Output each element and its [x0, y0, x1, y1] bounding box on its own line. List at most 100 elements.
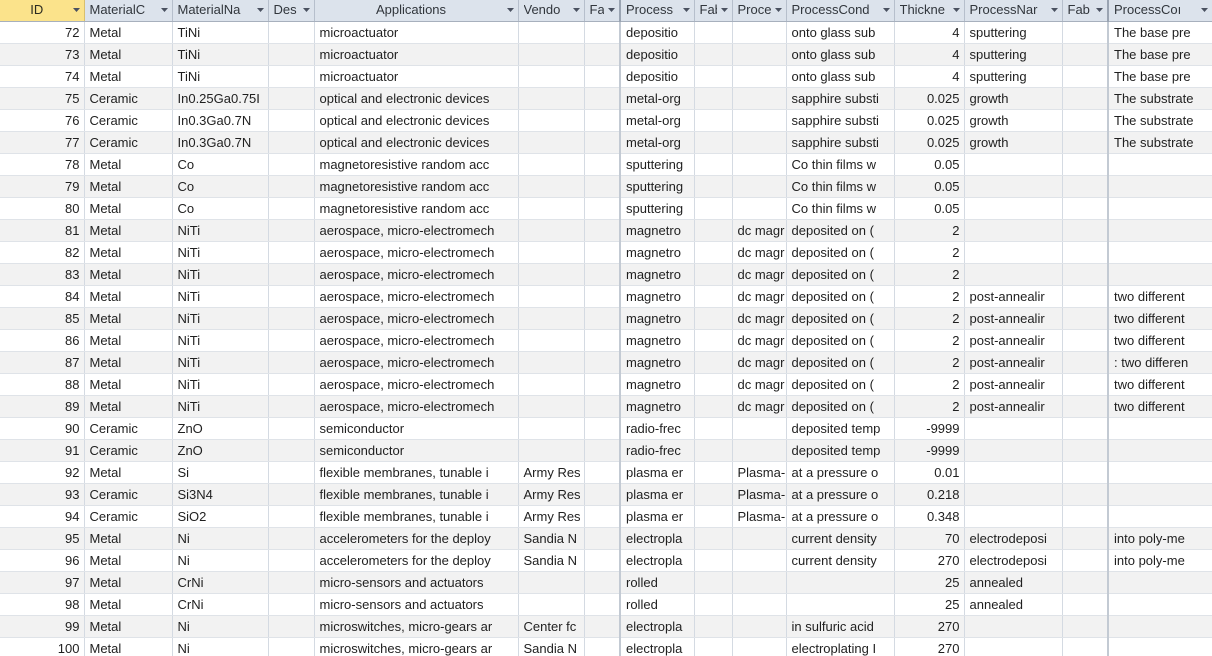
- cell-id[interactable]: 85: [0, 307, 85, 330]
- chevron-down-icon[interactable]: [773, 0, 784, 20]
- cell-processcond[interactable]: in sulfuric acid: [786, 615, 895, 638]
- cell-applications[interactable]: microactuator: [314, 21, 519, 44]
- cell-process[interactable]: depositio: [619, 43, 695, 66]
- cell-thickness[interactable]: 2: [894, 395, 965, 418]
- cell-materialclass[interactable]: Metal: [84, 329, 173, 352]
- cell-applications[interactable]: optical and electronic devices: [314, 87, 519, 110]
- chevron-down-icon[interactable]: [681, 0, 692, 20]
- cell-proce[interactable]: dc magr: [732, 373, 787, 396]
- cell-fab[interactable]: [694, 43, 733, 66]
- table-row[interactable]: 90 Ceramic ZnO semiconductor radio-frec depos…: [0, 417, 1212, 440]
- cell-applications[interactable]: aerospace, micro-electromech: [314, 285, 519, 308]
- cell-proce[interactable]: [732, 87, 787, 110]
- table-row[interactable]: 96 Metal Ni accelerometers for the deploy Sa…: [0, 549, 1212, 572]
- cell-vendor[interactable]: [518, 263, 585, 286]
- cell-id[interactable]: 86: [0, 329, 85, 352]
- cell-fab[interactable]: [694, 571, 733, 594]
- cell-process[interactable]: rolled: [619, 593, 695, 616]
- column-header-vendor[interactable]: Vendo: [518, 0, 585, 22]
- cell-description[interactable]: [268, 373, 315, 396]
- cell-proce[interactable]: [732, 43, 787, 66]
- cell-thickness[interactable]: 0.218: [894, 483, 965, 506]
- cell-applications[interactable]: semiconductor: [314, 417, 519, 440]
- cell-description[interactable]: [268, 175, 315, 198]
- cell-process[interactable]: radio-frec: [619, 417, 695, 440]
- cell-materialname[interactable]: NiTi: [172, 285, 269, 308]
- cell-materialname[interactable]: Ni: [172, 527, 269, 550]
- cell-fa[interactable]: [584, 175, 621, 198]
- cell-thickness[interactable]: -9999: [894, 439, 965, 462]
- cell-fa[interactable]: [584, 571, 621, 594]
- cell-applications[interactable]: magnetoresistive random acc: [314, 175, 519, 198]
- column-header-processname[interactable]: ProcessNar: [964, 0, 1063, 22]
- column-header-processcom[interactable]: ProcessCoı: [1107, 0, 1212, 22]
- cell-id[interactable]: 79: [0, 175, 85, 198]
- cell-description[interactable]: [268, 219, 315, 242]
- cell-applications[interactable]: aerospace, micro-electromech: [314, 219, 519, 242]
- cell-proce[interactable]: Plasma-: [732, 483, 787, 506]
- chevron-down-icon[interactable]: [301, 0, 312, 20]
- cell-fab2[interactable]: [1062, 307, 1109, 330]
- cell-fa[interactable]: [584, 439, 621, 462]
- cell-thickness[interactable]: 0.025: [894, 87, 965, 110]
- cell-vendor[interactable]: [518, 197, 585, 220]
- cell-fa[interactable]: [584, 483, 621, 506]
- cell-id[interactable]: 92: [0, 461, 85, 484]
- cell-vendor[interactable]: Sandia N: [518, 637, 585, 656]
- cell-fa[interactable]: [584, 263, 621, 286]
- cell-id[interactable]: 93: [0, 483, 85, 506]
- column-header-proce[interactable]: Proce: [732, 0, 787, 22]
- cell-description[interactable]: [268, 21, 315, 44]
- cell-processcom[interactable]: [1107, 153, 1212, 176]
- cell-thickness[interactable]: 0.025: [894, 109, 965, 132]
- cell-processcom[interactable]: The substrate: [1107, 109, 1212, 132]
- cell-materialname[interactable]: ZnO: [172, 417, 269, 440]
- cell-process[interactable]: magnetro: [619, 307, 695, 330]
- cell-process[interactable]: electropla: [619, 527, 695, 550]
- cell-materialname[interactable]: Si3N4: [172, 483, 269, 506]
- cell-fab[interactable]: [694, 373, 733, 396]
- cell-processcom[interactable]: [1107, 241, 1212, 264]
- cell-thickness[interactable]: 0.348: [894, 505, 965, 528]
- table-row[interactable]: 82 Metal NiTi aerospace, micro-electromech m…: [0, 241, 1212, 264]
- cell-fa[interactable]: [584, 197, 621, 220]
- chevron-down-icon[interactable]: [71, 0, 82, 20]
- cell-fab[interactable]: [694, 307, 733, 330]
- cell-processcom[interactable]: into poly-me: [1107, 527, 1212, 550]
- cell-description[interactable]: [268, 549, 315, 572]
- cell-processcond[interactable]: sapphire substi: [786, 109, 895, 132]
- cell-materialname[interactable]: Ni: [172, 549, 269, 572]
- chevron-down-icon[interactable]: [505, 0, 516, 20]
- cell-description[interactable]: [268, 505, 315, 528]
- datasheet-grid[interactable]: ID MaterialC MaterialNa Des Applications Vend…: [0, 0, 1212, 656]
- cell-fab[interactable]: [694, 637, 733, 656]
- cell-processname[interactable]: sputtering: [964, 21, 1063, 44]
- cell-materialclass[interactable]: Metal: [84, 241, 173, 264]
- cell-processcond[interactable]: sapphire substi: [786, 131, 895, 154]
- cell-proce[interactable]: dc magr: [732, 241, 787, 264]
- table-row[interactable]: 94 Ceramic SiO2 flexible membranes, tunable…: [0, 505, 1212, 528]
- cell-applications[interactable]: micro-sensors and actuators: [314, 571, 519, 594]
- cell-thickness[interactable]: 2: [894, 263, 965, 286]
- cell-vendor[interactable]: [518, 285, 585, 308]
- cell-description[interactable]: [268, 285, 315, 308]
- cell-processcom[interactable]: [1107, 263, 1212, 286]
- cell-processcond[interactable]: sapphire substi: [786, 87, 895, 110]
- cell-fa[interactable]: [584, 373, 621, 396]
- cell-processname[interactable]: [964, 153, 1063, 176]
- cell-fab[interactable]: [694, 263, 733, 286]
- cell-processcond[interactable]: [786, 593, 895, 616]
- cell-materialclass[interactable]: Metal: [84, 21, 173, 44]
- cell-fab2[interactable]: [1062, 285, 1109, 308]
- cell-thickness[interactable]: 4: [894, 21, 965, 44]
- cell-processcond[interactable]: deposited on (: [786, 263, 895, 286]
- cell-proce[interactable]: [732, 527, 787, 550]
- cell-processcond[interactable]: deposited on (: [786, 351, 895, 374]
- cell-fa[interactable]: [584, 527, 621, 550]
- table-row[interactable]: 100 Metal Ni microswitches, micro-gears ar S…: [0, 637, 1212, 656]
- cell-fa[interactable]: [584, 241, 621, 264]
- cell-processcom[interactable]: [1107, 571, 1212, 594]
- table-row[interactable]: 79 Metal Co magnetoresistive random acc sput…: [0, 175, 1212, 198]
- cell-proce[interactable]: dc magr: [732, 329, 787, 352]
- cell-id[interactable]: 88: [0, 373, 85, 396]
